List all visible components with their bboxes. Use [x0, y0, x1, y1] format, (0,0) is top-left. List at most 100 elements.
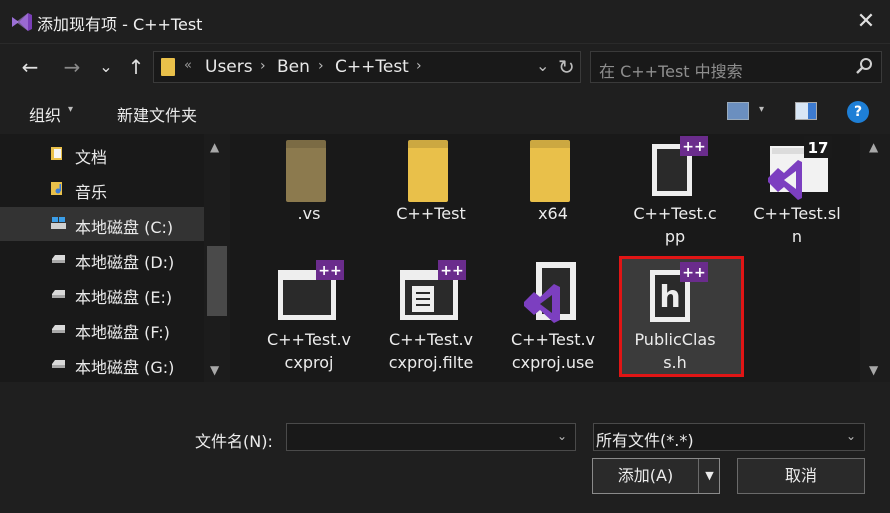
sidebar-item-drive-c[interactable]: 本地磁盘 (C:) [0, 207, 204, 241]
breadcrumb-overflow-icon[interactable]: « [184, 58, 192, 73]
back-icon[interactable]: ← [17, 54, 43, 80]
close-icon[interactable]: ✕ [852, 8, 880, 36]
navigation-pane: 文档 音乐 本地磁盘 (C:) 本地磁盘 (D:) 本地磁盘 (E:) 本地磁盘… [0, 134, 230, 382]
search-icon[interactable] [855, 57, 873, 75]
breadcrumb-users[interactable]: Users [205, 57, 253, 77]
search-placeholder: 在 C++Test 中搜索 [599, 62, 743, 81]
address-history-chevron-down-icon[interactable]: ⌄ [536, 56, 549, 75]
breadcrumb-ben[interactable]: Ben [277, 57, 310, 77]
scrollbar-thumb[interactable] [207, 246, 227, 316]
filetype-select[interactable]: 所有文件(*.*) ⌄ [593, 423, 865, 451]
hidden-folder-icon [286, 140, 326, 202]
add-button-label: 添加(A) [617, 466, 674, 485]
filetype-chevron-down-icon[interactable]: ⌄ [846, 429, 856, 443]
add-button[interactable]: 添加(A) ▼ [592, 458, 720, 494]
address-bar[interactable]: « Users › Ben › C++Test › ⌄ ↻ [153, 51, 581, 83]
file-list-scrollbar[interactable]: ▲ ▼ [860, 134, 890, 382]
plus-plus-badge: ++ [318, 263, 341, 279]
file-item-label: .vs [297, 204, 321, 223]
forward-icon[interactable]: → [59, 54, 85, 80]
breadcrumb-chevron-icon[interactable]: › [318, 58, 324, 74]
drive-icon [52, 325, 65, 333]
filters-file-icon: ++ [400, 260, 466, 320]
music-icon [51, 182, 62, 195]
visual-studio-logo-icon [12, 13, 32, 31]
command-toolbar: 组织 ▾ 新建文件夹 ▾ ? [0, 90, 890, 134]
sidebar-item-drive-e[interactable]: 本地磁盘 (E:) [0, 277, 204, 311]
vcxproj-file-icon: ++ [278, 260, 344, 320]
scroll-up-arrow-icon[interactable]: ▲ [210, 140, 219, 154]
sidebar-item-drive-d[interactable]: 本地磁盘 (D:) [0, 242, 204, 276]
version-badge: 17 [808, 139, 829, 157]
sidebar-item-label: 本地磁盘 (G:) [75, 358, 175, 377]
add-options-caret-icon[interactable]: ▼ [699, 459, 720, 493]
sidebar-item-label: 文档 [75, 148, 108, 167]
drive-icon [52, 360, 65, 368]
organize-button[interactable]: 组织 [29, 102, 61, 126]
filetype-value: 所有文件(*.*) [596, 431, 694, 450]
sidebar-item-documents[interactable]: 文档 [0, 137, 204, 171]
sidebar-item-label: 本地磁盘 (E:) [75, 288, 173, 307]
folder-icon [408, 140, 448, 202]
documents-icon [51, 147, 62, 160]
file-item-x64-folder[interactable]: x64 [492, 134, 614, 254]
drive-c-icon [51, 217, 66, 229]
file-item-vcxproj-user[interactable]: C++Test.vcxproj.user [492, 258, 614, 382]
drive-icon [52, 290, 65, 298]
change-view-icon[interactable] [727, 102, 749, 120]
new-folder-button[interactable]: 新建文件夹 [117, 102, 197, 126]
file-item-label: C++Test.sl n [753, 204, 841, 246]
filename-label: 文件名(N): [195, 432, 273, 451]
breadcrumb-cpptest[interactable]: C++Test [335, 57, 409, 77]
dialog-footer: 文件名(N): ⌄ 所有文件(*.*) ⌄ 添加(A) ▼ 取消 [0, 382, 890, 513]
file-item-label: C++Test.vcxproj.filters [388, 330, 474, 382]
file-item-vs-folder[interactable]: .vs [248, 134, 370, 254]
view-options-caret-icon[interactable]: ▾ [759, 104, 764, 115]
up-folder-icon[interactable]: ↑ [123, 54, 149, 80]
sidebar-item-drive-f[interactable]: 本地磁盘 (F:) [0, 312, 204, 346]
file-item-label: C++Test [396, 204, 466, 223]
plus-plus-badge: ++ [440, 263, 463, 279]
folder-icon [530, 140, 570, 202]
organize-caret-icon[interactable]: ▾ [68, 104, 73, 115]
filename-input[interactable]: ⌄ [286, 423, 576, 451]
file-item-label: C++Test.vcxproj.user [510, 330, 596, 382]
sidebar-item-label: 本地磁盘 (C:) [75, 218, 174, 237]
folder-icon [161, 58, 175, 76]
file-item-vcxproj-filters[interactable]: ++ C++Test.vcxproj.filters [370, 258, 492, 382]
window-title: 添加现有项 - C++Test [37, 15, 203, 34]
sidebar-item-label: 音乐 [75, 183, 108, 202]
breadcrumb-chevron-icon[interactable]: › [260, 58, 266, 74]
sidebar-item-music[interactable]: 音乐 [0, 172, 204, 206]
help-icon[interactable]: ? [847, 101, 869, 123]
cancel-button[interactable]: 取消 [737, 458, 865, 494]
file-item-label: x64 [538, 204, 568, 223]
breadcrumb-chevron-icon[interactable]: › [416, 58, 422, 74]
navigation-pane-scrollbar[interactable]: ▲ ▼ [204, 134, 230, 382]
recent-locations-chevron-down-icon[interactable]: ⌄ [93, 54, 119, 80]
preview-pane-icon[interactable] [795, 102, 817, 120]
scroll-up-arrow-icon[interactable]: ▲ [869, 140, 878, 154]
file-item-cpp[interactable]: ++ C++Test.c pp [614, 134, 736, 254]
cpp-file-icon: ++ [652, 136, 708, 196]
sidebar-item-label: 本地磁盘 (F:) [75, 323, 170, 342]
refresh-icon[interactable]: ↻ [558, 55, 575, 79]
navigation-bar: ← → ⌄ ↑ « Users › Ben › C++Test › ⌄ ↻ 在 … [0, 44, 890, 90]
selected-file-outline [619, 256, 744, 377]
file-item-label: C++Test.v cxproj [266, 330, 352, 372]
scroll-down-arrow-icon[interactable]: ▼ [869, 363, 878, 377]
file-list: .vs C++Test x64 ++ C++Test.c pp 17 C++Tes… [230, 134, 860, 382]
solution-file-icon: 17 [768, 136, 832, 200]
filename-chevron-down-icon[interactable]: ⌄ [557, 429, 567, 443]
sidebar-item-label: 本地磁盘 (D:) [75, 253, 175, 272]
file-item-label: C++Test.c pp [633, 204, 717, 246]
file-item-sln[interactable]: 17 C++Test.sl n [736, 134, 858, 254]
title-bar: 添加现有项 - C++Test ✕ [0, 0, 890, 44]
plus-plus-badge: ++ [682, 139, 705, 155]
file-item-vcxproj[interactable]: ++ C++Test.v cxproj [248, 258, 370, 378]
scroll-down-arrow-icon[interactable]: ▼ [210, 363, 219, 377]
file-item-cpptest-folder[interactable]: C++Test [370, 134, 492, 254]
search-box[interactable]: 在 C++Test 中搜索 [590, 51, 882, 83]
sidebar-item-drive-g[interactable]: 本地磁盘 (G:) [0, 347, 204, 381]
vs-user-file-icon [524, 262, 576, 323]
